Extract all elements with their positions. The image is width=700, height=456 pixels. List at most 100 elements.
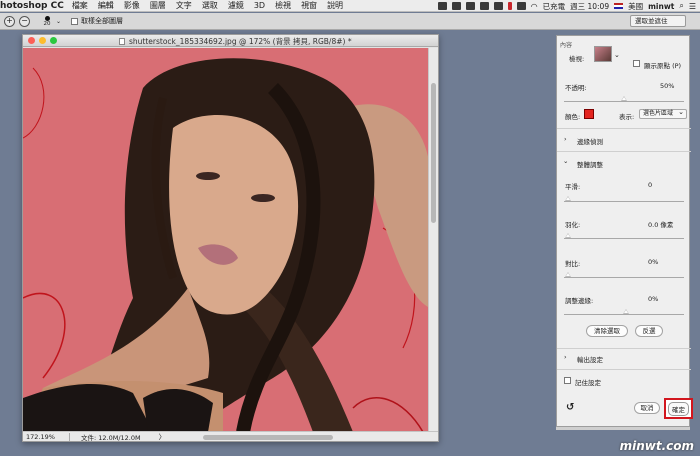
maximize-icon[interactable]	[50, 37, 57, 44]
opacity-slider-knob[interactable]	[621, 96, 627, 101]
menu-filter[interactable]: 濾鏡	[228, 0, 244, 11]
brush-size-picker[interactable]: 20	[40, 15, 54, 27]
pause-icon[interactable]	[507, 2, 512, 10]
watermark: minwt.com	[619, 439, 694, 453]
document-icon	[119, 38, 125, 45]
reset-icon[interactable]: ↺	[566, 402, 574, 413]
sample-all-layers-label: 取樣全部圖層	[81, 17, 124, 25]
show-original-checkbox[interactable]	[633, 60, 640, 67]
tray-icon[interactable]	[479, 2, 489, 10]
clear-selection-button[interactable]: 清除選取	[586, 325, 628, 337]
flag-icon[interactable]	[614, 3, 624, 9]
brush-size: 20	[43, 20, 51, 27]
smooth-slider-knob[interactable]	[565, 196, 571, 201]
feather-slider-track[interactable]	[564, 238, 684, 239]
close-icon[interactable]	[28, 37, 35, 44]
show-original-label: 顯示原點 (P)	[644, 62, 682, 70]
chevron-down-icon[interactable]: ⌄	[614, 51, 620, 59]
document-titlebar[interactable]: shutterstock_185334692.jpg @ 172% (背景 拷貝…	[23, 35, 438, 47]
horizontal-scroll-thumb[interactable]	[203, 435, 333, 440]
search-icon[interactable]: ⌕	[679, 1, 683, 11]
user-name[interactable]: minwt	[648, 2, 674, 11]
input-language[interactable]: 美國	[628, 1, 643, 12]
tray-icon[interactable]	[437, 2, 447, 10]
output-settings-section[interactable]: 輸出設定	[577, 354, 603, 364]
remember-settings-checkbox[interactable]	[564, 377, 571, 384]
subtract-from-selection-icon[interactable]: −	[19, 15, 30, 27]
chevron-right-icon[interactable]: ›	[564, 135, 567, 143]
image-canvas[interactable]	[23, 48, 430, 432]
shift-edge-value[interactable]: 0%	[648, 295, 658, 303]
view-mode-thumbnail[interactable]	[594, 46, 612, 62]
divider	[69, 432, 70, 441]
tray-icon[interactable]	[516, 2, 526, 10]
vertical-scrollbar[interactable]	[428, 48, 438, 432]
chevron-right-icon[interactable]: ›	[564, 353, 567, 361]
smooth-slider-track[interactable]	[564, 201, 684, 202]
cancel-button[interactable]: 取消	[634, 402, 660, 414]
ok-button-highlight: 確定	[664, 398, 693, 419]
color-label: 顏色:	[565, 113, 581, 121]
show-mode-select[interactable]: 選色片區域	[639, 108, 687, 119]
select-and-mask-button[interactable]: 選取並遮住	[630, 15, 686, 27]
menu-select[interactable]: 選取	[202, 0, 218, 11]
contrast-slider-track[interactable]	[564, 277, 684, 278]
battery-status[interactable]: 已充電	[543, 1, 566, 12]
status-bar: 172.19% 文件: 12.0M/12.0M 〉	[23, 431, 438, 442]
show-label: 表示:	[619, 113, 635, 121]
scroll-thumb[interactable]	[431, 83, 436, 223]
feather-value[interactable]: 0.0 像素	[648, 219, 673, 229]
tray-icon[interactable]	[451, 2, 461, 10]
tray-icon[interactable]	[465, 2, 475, 10]
menu-help[interactable]: 說明	[327, 0, 343, 11]
color-swatch[interactable]	[584, 109, 594, 119]
status-menu-arrow[interactable]: 〉	[159, 432, 166, 442]
feather-label: 羽化:	[565, 221, 581, 229]
feather-slider-knob[interactable]	[565, 233, 571, 238]
sample-all-layers-checkbox[interactable]	[71, 17, 79, 25]
add-to-selection-icon[interactable]: +	[4, 15, 15, 27]
global-refinements-section[interactable]: 整體調整	[577, 159, 603, 169]
menu-type[interactable]: 文字	[176, 0, 192, 11]
smooth-label: 平滑:	[565, 183, 581, 191]
menu-edit[interactable]: 編輯	[98, 0, 114, 11]
document-title: shutterstock_185334692.jpg @ 172% (背景 拷貝…	[129, 37, 352, 46]
contrast-slider-knob[interactable]	[565, 272, 571, 277]
clock[interactable]: 週三 10:09	[570, 1, 609, 12]
minimize-icon[interactable]	[39, 37, 46, 44]
chevron-down-icon[interactable]: ⌄	[56, 18, 61, 25]
divider	[557, 348, 691, 349]
properties-panel: 內容 檢視: ⌄ 顯示原點 (P) 不透明: 50% 顏色: 表示: 選色片區域…	[556, 35, 691, 427]
contrast-label: 對比:	[565, 260, 581, 268]
edge-detection-section[interactable]: 邊緣偵測	[577, 136, 603, 146]
properties-tab[interactable]: 內容	[560, 40, 572, 49]
menu-window[interactable]: 視窗	[301, 0, 317, 11]
status-tray: ◠ 已充電 週三 10:09 美國 minwt ⌕ ☰	[437, 0, 696, 12]
zoom-level[interactable]: 172.19%	[26, 433, 66, 441]
shift-edge-label: 調整邊緣:	[565, 297, 594, 305]
menu-3d[interactable]: 3D	[254, 1, 265, 10]
divider	[557, 369, 691, 370]
menu-list-icon[interactable]: ☰	[689, 2, 696, 11]
menu-layer[interactable]: 圖層	[150, 0, 166, 11]
wifi-icon[interactable]: ◠	[531, 2, 538, 11]
chevron-down-icon[interactable]: ⌄	[563, 157, 568, 165]
invert-button[interactable]: 反選	[635, 325, 663, 337]
document-window: shutterstock_185334692.jpg @ 172% (背景 拷貝…	[22, 34, 439, 442]
divider	[557, 151, 691, 152]
shift-edge-slider-knob[interactable]	[623, 309, 629, 314]
tray-icon[interactable]	[493, 2, 503, 10]
menu-file[interactable]: 檔案	[72, 0, 88, 11]
panel-footer-bar	[556, 427, 690, 430]
opacity-value[interactable]: 50%	[660, 82, 674, 90]
menu-view[interactable]: 檢視	[275, 0, 291, 11]
shift-edge-slider-track[interactable]	[564, 314, 684, 315]
contrast-value[interactable]: 0%	[648, 258, 658, 266]
ok-button[interactable]: 確定	[668, 401, 689, 416]
app-name[interactable]: hotoshop CC	[0, 1, 64, 11]
opacity-label: 不透明:	[565, 84, 587, 92]
opacity-slider-track[interactable]	[564, 101, 684, 102]
menu-image[interactable]: 影像	[124, 0, 140, 11]
document-size: 文件: 12.0M/12.0M	[81, 433, 141, 442]
smooth-value[interactable]: 0	[648, 181, 652, 189]
